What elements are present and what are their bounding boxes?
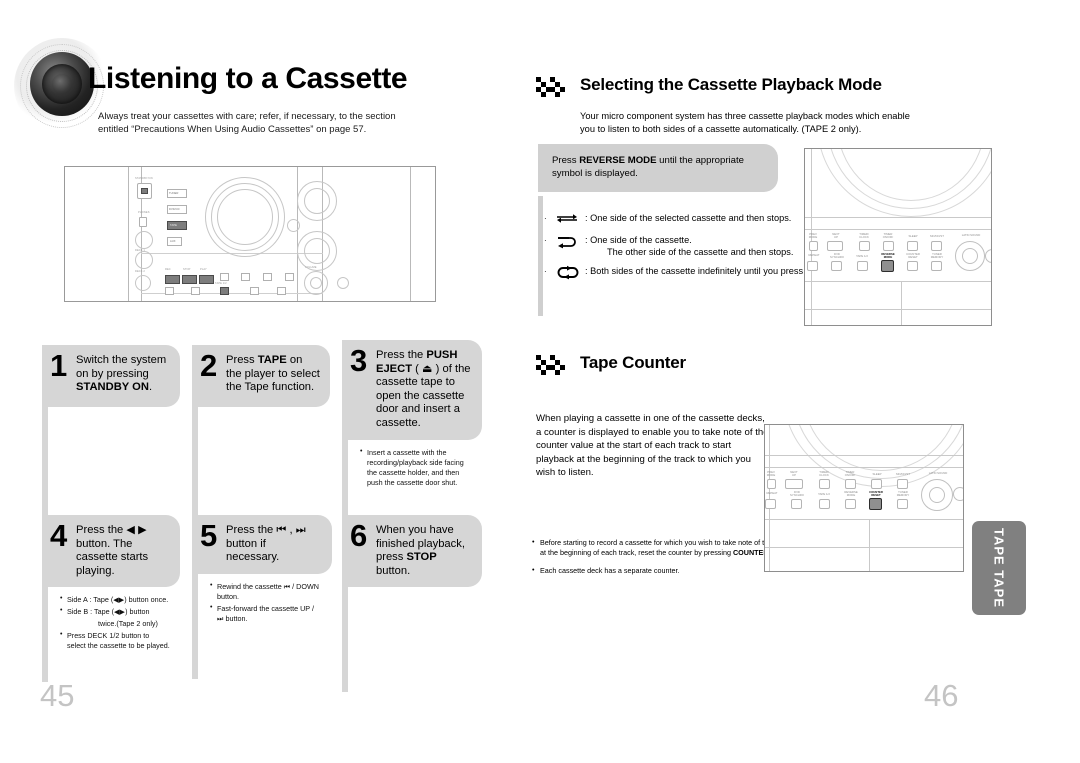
step-2-number: 2 (200, 348, 218, 383)
reverse-mode-desc-2: : One side of the cassette. The other si… (585, 235, 794, 257)
reverse-mode-desc-1: : One side of the selected cassette and … (585, 213, 792, 223)
bullet: · (544, 214, 547, 223)
step-2-text: Press TAPE on the player to select the T… (226, 354, 320, 394)
step-3-note-1: Insert a cassette with the recording/pla… (360, 447, 472, 488)
step-5-notes: Rewind the cassette ⏮ / DOWN button. Fas… (198, 574, 328, 679)
section-tape-counter-header: Tape Counter (536, 352, 686, 375)
step-1-head: 1 Switch the system on by pressing STAND… (42, 345, 180, 407)
remote-panel-illustration-counter-reset: PREV MODE NEXT UP TIMER/CLOCK TIMER ON/OFF … (764, 424, 964, 572)
step-1-text: Switch the system on by pressing STANDBY… (76, 354, 167, 394)
section-tape-counter-title: Tape Counter (580, 353, 686, 372)
reverse-mode-row-3: · : Both sides of the cassette indefinit… (544, 265, 834, 280)
section-playback-mode-title: Selecting the Cassette Playback Mode (580, 75, 882, 94)
step-4-notes: Side A : Tape (◀▶) button once. Side B :… (48, 587, 176, 682)
bullet: · (544, 236, 547, 245)
step-5: 5 Press the ⏮ , ⏭ button if necessary. R… (192, 515, 332, 679)
tape-counter-body: When playing a cassette in one of the ca… (536, 413, 769, 479)
step-6-number: 6 (350, 518, 368, 553)
reverse-mode-both-icon (553, 234, 585, 249)
reverse-mode-row-1: · : One side of the selected cassette an… (544, 212, 834, 227)
reverse-mode-loop-icon (553, 265, 585, 280)
step-6-head: 6 When you have finished playback, press… (342, 515, 482, 588)
step-4-note-4: Press DECK 1/2 button to select the cass… (60, 630, 170, 651)
step-5-text: Press the ⏮ , ⏭ button if necessary. (226, 524, 306, 564)
chevron-pattern-icon (536, 352, 570, 375)
step-4-text: Press the ◀ ▶ button. The cassette start… (76, 524, 149, 577)
step-5-number: 5 (200, 518, 218, 553)
left-page-number: 45 (40, 678, 75, 713)
step-3-number: 3 (350, 343, 368, 378)
step-4-number: 4 (50, 518, 68, 553)
step-3-text: Press the PUSH EJECT ( ⏏ ) of the casset… (376, 349, 471, 429)
section-playback-mode-header: Selecting the Cassette Playback Mode (536, 74, 882, 97)
step-2-head: 2 Press TAPE on the player to select the… (192, 345, 330, 407)
step-1: 1 Switch the system on by pressing STAND… (42, 345, 180, 517)
bullet: · (544, 267, 547, 276)
right-page: Selecting the Cassette Playback Mode You… (500, 0, 1080, 763)
step-1-number: 1 (50, 348, 68, 383)
step-4-note-3: twice.(Tape 2 only) (98, 619, 158, 629)
step-2: 2 Press TAPE on the player to select the… (192, 345, 330, 517)
stereo-front-panel-illustration: STANDBY/ON PHONES DECK 1 DECK 2 TUNER DV… (64, 166, 436, 302)
reverse-mode-callout: Press REVERSE MODE until the appropriate… (538, 144, 778, 192)
step-3: 3 Press the PUSH EJECT ( ⏏ ) of the cass… (342, 340, 482, 538)
reverse-mode-single-icon (553, 212, 585, 227)
chevron-pattern-icon (536, 74, 570, 97)
step-5-note-2: Fast-forward the cassette UP / ⏭ button. (210, 603, 322, 624)
section-playback-mode-subtitle: Your micro component system has three ca… (580, 111, 910, 134)
step-6: 6 When you have finished playback, press… (342, 515, 482, 693)
callout-left-bar (538, 196, 543, 316)
side-tab-label: TAPE TAPE (991, 527, 1007, 609)
manual-spread: Listening to a Cassette Always treat you… (0, 0, 1080, 763)
step-3-head: 3 Press the PUSH EJECT ( ⏏ ) of the cass… (342, 340, 482, 440)
reverse-mode-list: · : One side of the selected cassette an… (544, 212, 834, 287)
step-4-head: 4 Press the ◀ ▶ button. The cassette sta… (42, 515, 180, 588)
side-tab-tape: TAPE TAPE (972, 521, 1026, 615)
reverse-mode-desc-3: : Both sides of the cassette indefinitel… (585, 266, 826, 276)
reverse-mode-row-2: · : One side of the cassette. The other … (544, 234, 834, 258)
left-page: Listening to a Cassette Always treat you… (0, 0, 500, 763)
step-6-text: When you have finished playback, press S… (376, 524, 465, 577)
page-title: Listening to a Cassette (88, 62, 408, 95)
step-4: 4 Press the ◀ ▶ button. The cassette sta… (42, 515, 180, 683)
remote-panel-illustration-reverse-mode: PREV MODE NEXT UP TIMER/CLOCK TIMER ON/OFF … (804, 148, 992, 326)
step-5-note-1: Rewind the cassette ⏮ / DOWN button. (210, 581, 322, 602)
right-page-number: 46 (924, 678, 959, 713)
step-4-note-1: Side A : Tape (◀▶) button once. (60, 594, 170, 605)
step-4-note-2: Side B : Tape (◀▶) button (60, 606, 170, 617)
step-5-head: 5 Press the ⏮ , ⏭ button if necessary. (192, 515, 332, 574)
page-subtitle: Always treat your cassettes with care; r… (98, 111, 396, 135)
